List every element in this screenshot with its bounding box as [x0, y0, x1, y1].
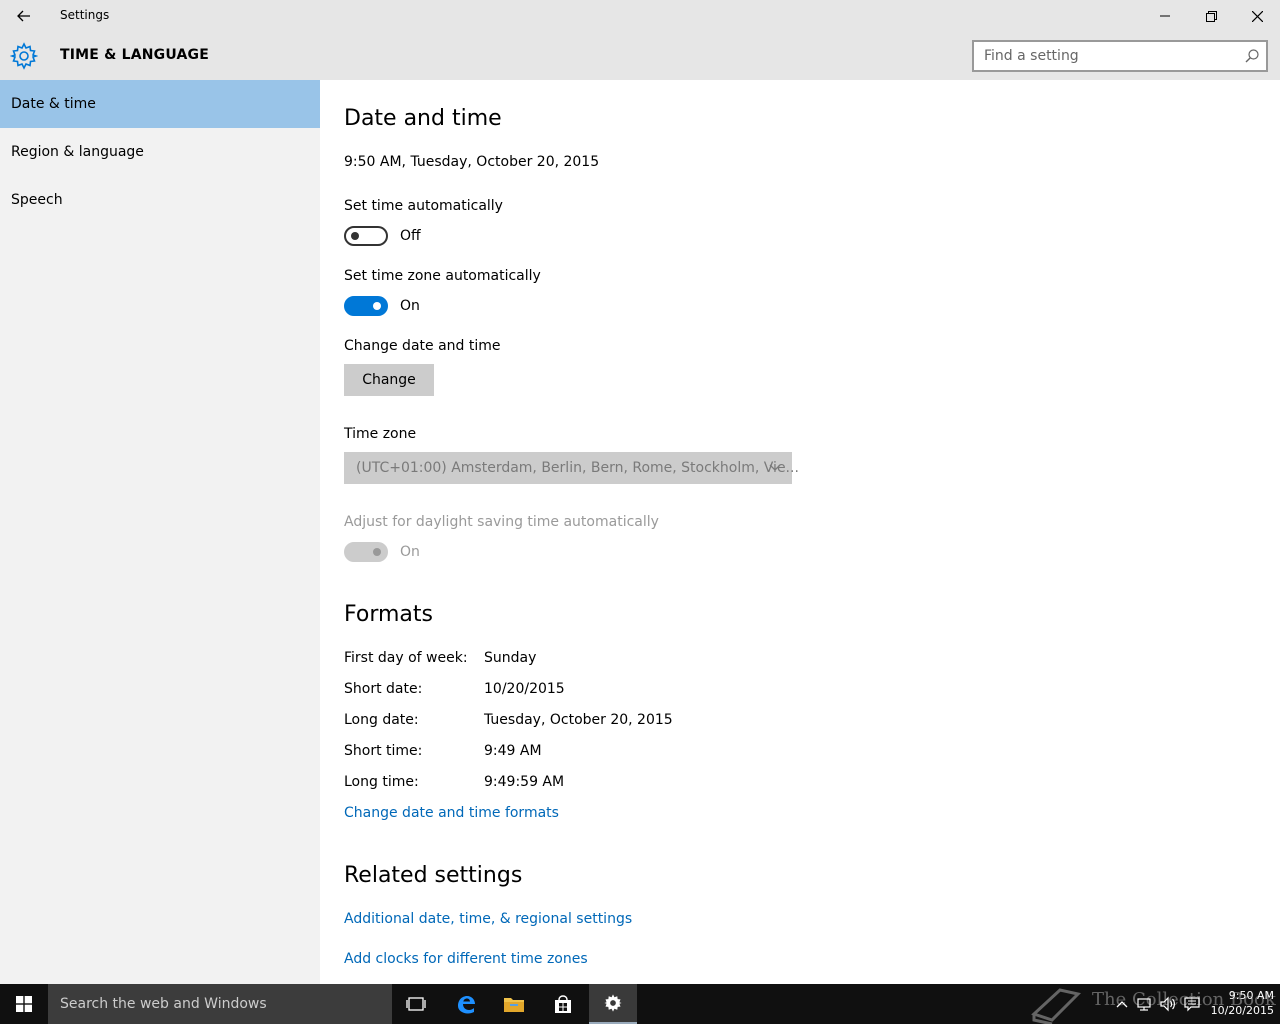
task-view-icon — [406, 997, 426, 1011]
toggle-knob — [373, 548, 381, 556]
toggle-knob — [351, 232, 359, 240]
task-view-button[interactable] — [392, 984, 440, 1024]
action-center-button[interactable] — [1182, 994, 1202, 1014]
current-datetime: 9:50 AM, Tuesday, October 20, 2015 — [344, 154, 600, 170]
minimize-icon — [1160, 15, 1170, 17]
formats-heading: Formats — [344, 602, 433, 627]
set-time-auto-label: Set time automatically — [344, 198, 503, 214]
search-input[interactable] — [974, 42, 1236, 70]
sidebar-item-speech[interactable]: Speech — [0, 176, 320, 224]
store-icon — [555, 995, 571, 1013]
set-timezone-auto-toggle[interactable] — [344, 296, 388, 316]
sidebar-item-label: Speech — [11, 192, 63, 208]
back-arrow-icon — [17, 10, 30, 22]
clock-date: 10/20/2015 — [1210, 1004, 1274, 1017]
title-bar: Settings — [0, 0, 1280, 32]
additional-regional-settings-link[interactable]: Additional date, time, & regional settin… — [344, 911, 632, 927]
format-value: 9:49:59 AM — [484, 774, 565, 790]
store-button[interactable] — [539, 984, 587, 1024]
find-setting-search[interactable] — [972, 40, 1268, 72]
timezone-dropdown[interactable]: (UTC+01:00) Amsterdam, Berlin, Bern, Rom… — [344, 452, 799, 484]
format-label: Short date: — [344, 681, 423, 697]
clock-time: 9:50 AM — [1228, 989, 1274, 1002]
taskbar: Search the web and Windows The Collectio… — [0, 984, 1280, 1024]
restore-icon — [1205, 10, 1217, 22]
change-formats-link[interactable]: Change date and time formats — [344, 805, 559, 821]
notification-icon — [1184, 997, 1200, 1012]
set-timezone-auto-label: Set time zone automatically — [344, 268, 541, 284]
daylight-toggle — [344, 542, 388, 562]
gear-icon — [604, 994, 622, 1012]
format-label: First day of week: — [344, 650, 468, 666]
restore-button[interactable] — [1188, 0, 1234, 32]
related-settings-heading: Related settings — [344, 863, 523, 888]
show-hidden-icons-button[interactable] — [1112, 994, 1132, 1014]
speaker-icon — [1160, 996, 1175, 1012]
chevron-down-icon — [769, 464, 781, 471]
edge-icon — [458, 996, 475, 1014]
change-datetime-label: Change date and time — [344, 338, 501, 354]
set-time-auto-state: Off — [400, 228, 421, 244]
book-icon — [1031, 988, 1081, 1024]
format-value: Sunday — [484, 650, 537, 666]
window-title: Settings — [60, 8, 110, 22]
sidebar-item-label: Region & language — [11, 144, 144, 160]
sidebar-item-region-language[interactable]: Region & language — [0, 128, 320, 176]
settings-header: TIME & LANGUAGE — [0, 32, 1280, 80]
page-title: Date and time — [344, 106, 502, 131]
format-value: 10/20/2015 — [484, 681, 565, 697]
set-timezone-auto-state: On — [400, 298, 420, 314]
add-clocks-link[interactable]: Add clocks for different time zones — [344, 951, 588, 967]
search-icon[interactable] — [1244, 48, 1260, 64]
volume-tray-button[interactable] — [1158, 994, 1178, 1014]
format-label: Short time: — [344, 743, 423, 759]
format-value: Tuesday, October 20, 2015 — [484, 712, 673, 728]
close-icon — [1251, 10, 1263, 22]
daylight-label: Adjust for daylight saving time automati… — [344, 514, 659, 530]
taskbar-clock[interactable]: 9:50 AM 10/20/2015 — [1206, 988, 1274, 1018]
start-button[interactable] — [0, 984, 48, 1024]
format-value: 9:49 AM — [484, 743, 542, 759]
back-button[interactable] — [8, 2, 40, 30]
section-title: TIME & LANGUAGE — [60, 47, 210, 63]
network-tray-button[interactable] — [1134, 994, 1154, 1014]
taskbar-search-box[interactable]: Search the web and Windows — [48, 984, 392, 1024]
taskbar-search-placeholder: Search the web and Windows — [60, 996, 267, 1012]
folder-icon — [504, 998, 524, 1012]
change-button[interactable]: Change — [344, 364, 434, 396]
set-time-auto-toggle[interactable] — [344, 226, 388, 246]
format-label: Long date: — [344, 712, 419, 728]
format-label: Long time: — [344, 774, 419, 790]
network-icon — [1137, 998, 1151, 1011]
timezone-value: (UTC+01:00) Amsterdam, Berlin, Bern, Rom… — [356, 460, 799, 476]
main-content: Date and time 9:50 AM, Tuesday, October … — [320, 80, 1280, 984]
sidebar: Date & time Region & language Speech — [0, 80, 320, 984]
daylight-state: On — [400, 544, 420, 560]
sidebar-item-label: Date & time — [11, 96, 96, 112]
sidebar-item-date-time[interactable]: Date & time — [0, 80, 320, 128]
toggle-knob — [373, 302, 381, 310]
chevron-up-icon — [1116, 1001, 1128, 1008]
minimize-button[interactable] — [1142, 0, 1188, 32]
timezone-label: Time zone — [344, 426, 417, 442]
gear-icon — [10, 42, 38, 70]
edge-browser-button[interactable] — [442, 984, 490, 1024]
close-button[interactable] — [1234, 0, 1280, 32]
file-explorer-button[interactable] — [490, 984, 538, 1024]
settings-taskbar-button[interactable] — [589, 984, 637, 1024]
windows-logo-icon — [16, 996, 32, 1012]
